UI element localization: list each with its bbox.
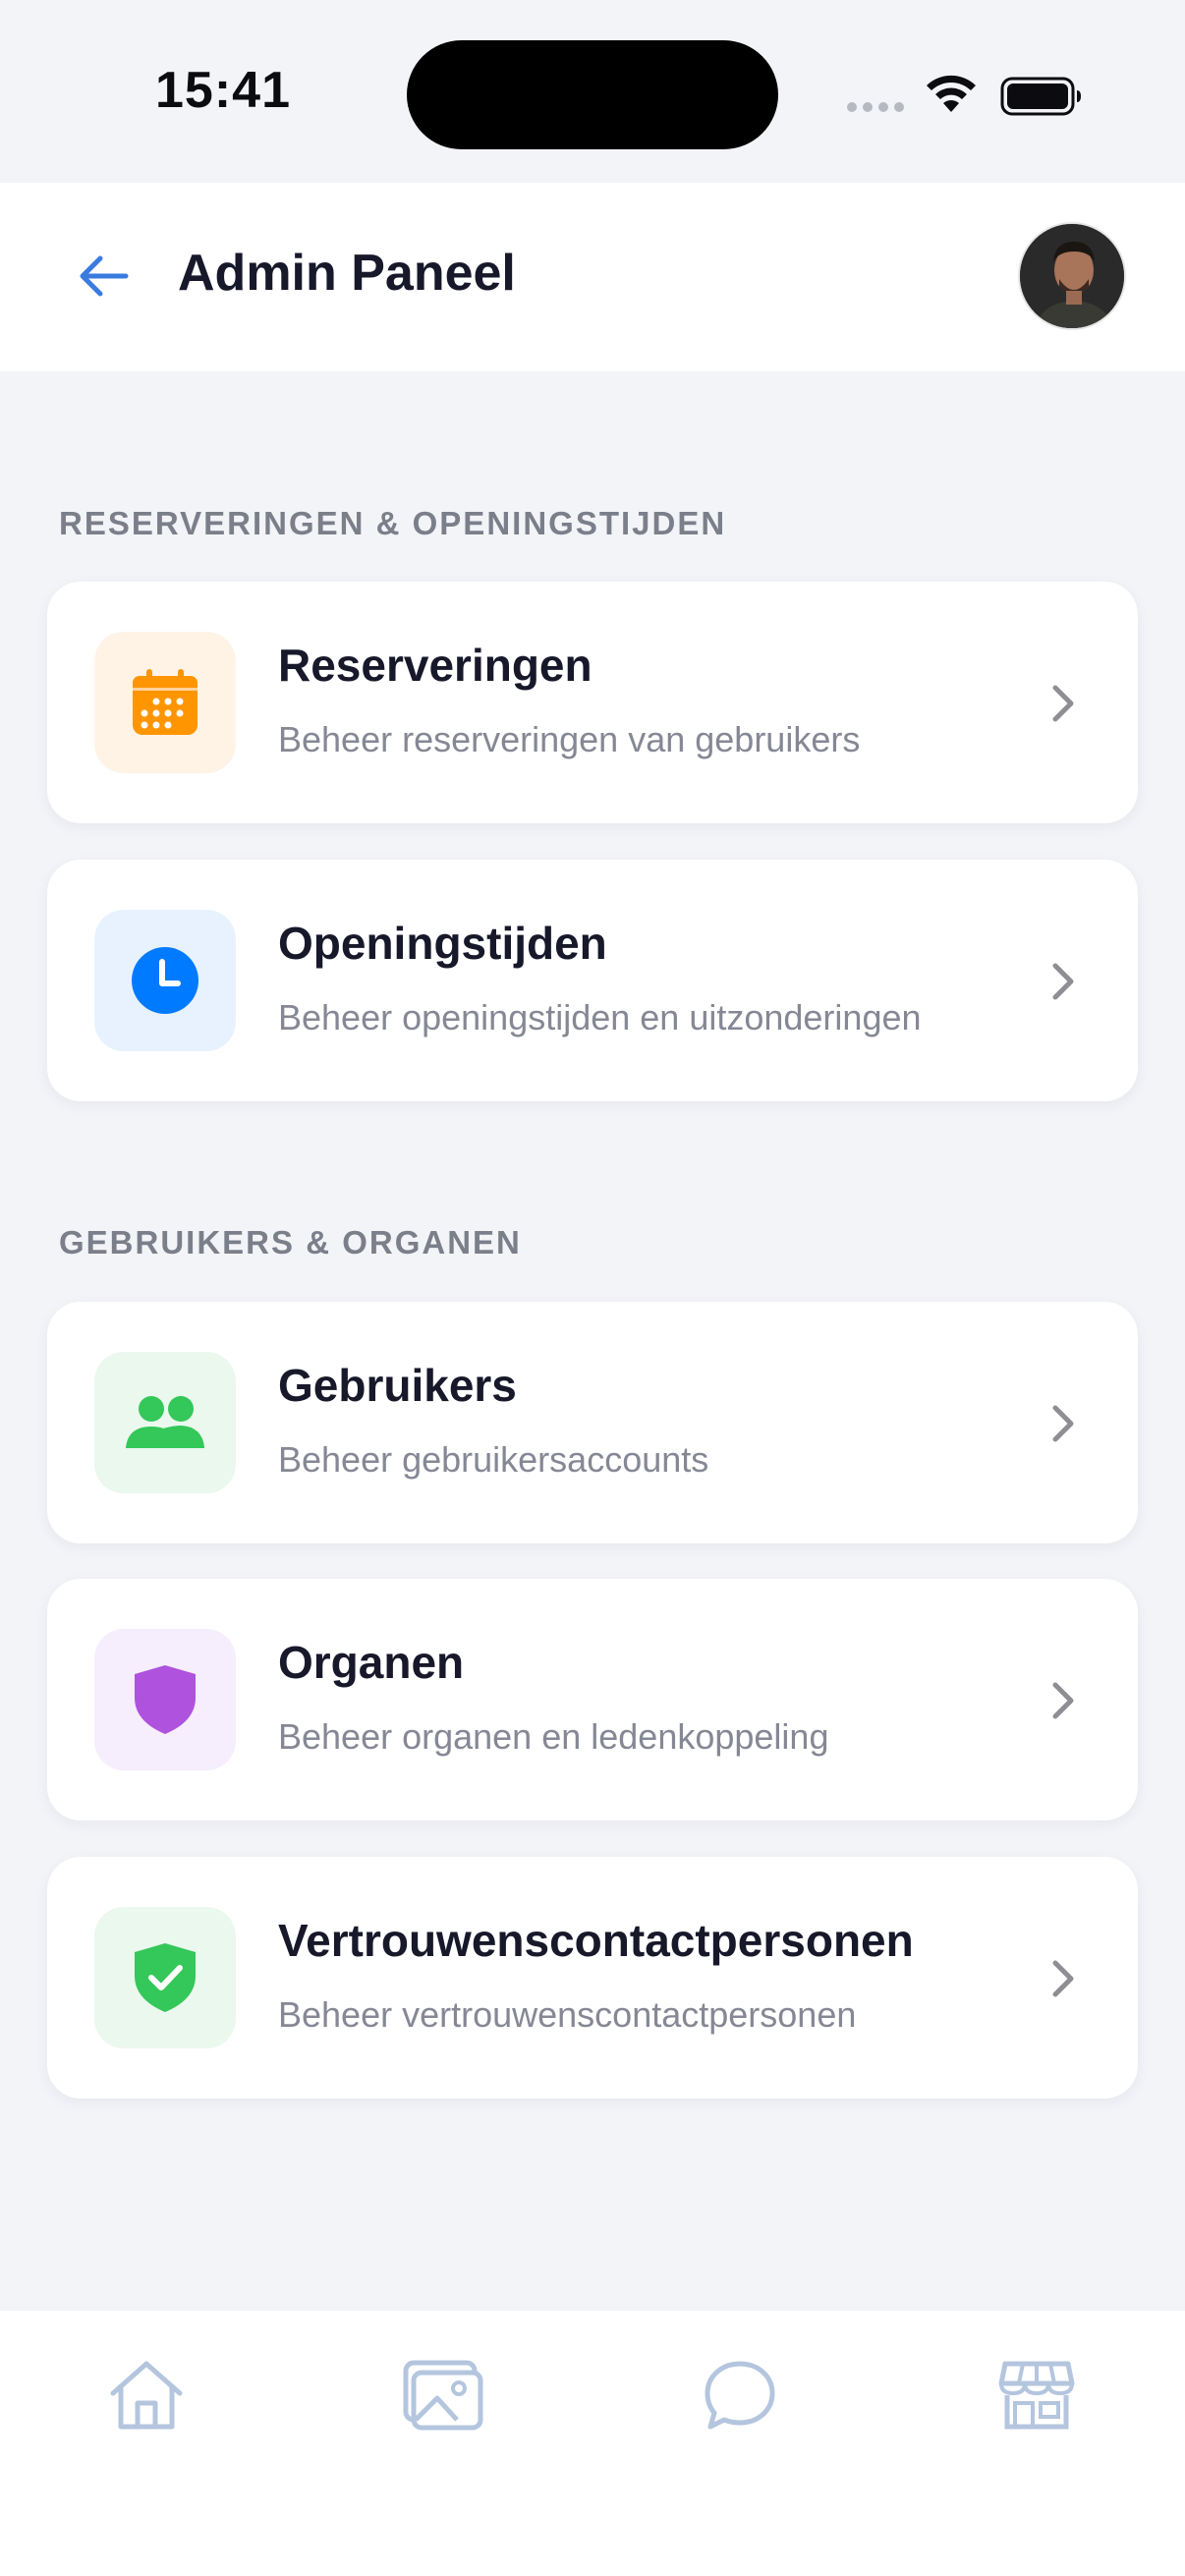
card-organen[interactable]: Organen Beheer organen en ledenkoppeling xyxy=(47,1579,1138,1820)
card-title: Reserveringen xyxy=(278,640,592,691)
calendar-icon xyxy=(133,669,198,735)
card-icon-container xyxy=(94,1629,236,1770)
card-subtitle: Beheer gebruikersaccounts xyxy=(278,1439,709,1480)
card-subtitle: Beheer openingstijden en uitzonderingen xyxy=(278,997,922,1037)
card-subtitle: Beheer vertrouwenscontactpersonen xyxy=(278,1994,857,2035)
user-avatar-icon xyxy=(1020,224,1124,328)
card-title: Vertrouwenscontactpersonen xyxy=(278,1915,914,1966)
card-vertrouwenscontactpersonen[interactable]: Vertrouwenscontactpersonen Beheer vertro… xyxy=(47,1857,1138,2099)
card-title: Openingstijden xyxy=(278,918,607,969)
admin-panel-screen: 15:41 Admin Paneel RESERVERINGEN & OPENI… xyxy=(0,0,1185,2576)
store-icon xyxy=(998,2361,1075,2430)
back-button[interactable] xyxy=(69,242,138,310)
card-subtitle: Beheer organen en ledenkoppeling xyxy=(278,1716,829,1757)
chevron-right-icon xyxy=(1042,1400,1085,1447)
cellular-signal-icon xyxy=(847,102,904,112)
card-openingstijden[interactable]: Openingstijden Beheer openingstijden en … xyxy=(47,860,1138,1101)
card-gebruikers[interactable]: Gebruikers Beheer gebruikersaccounts xyxy=(47,1302,1138,1543)
avatar[interactable] xyxy=(1018,222,1126,330)
card-icon-container xyxy=(94,1352,236,1493)
gallery-icon xyxy=(403,2360,483,2431)
arrow-left-icon xyxy=(80,255,129,297)
section-title-gebruikers: GEBRUIKERS & ORGANEN xyxy=(59,1224,522,1260)
nav-item-gallery[interactable] xyxy=(394,2346,492,2444)
users-icon xyxy=(126,1396,204,1448)
home-icon xyxy=(110,2361,183,2430)
status-bar: 15:41 xyxy=(0,0,1185,183)
card-icon-container xyxy=(94,910,236,1051)
nav-item-store[interactable] xyxy=(988,2346,1086,2444)
status-time: 15:41 xyxy=(155,62,291,119)
card-icon-container xyxy=(94,632,236,773)
card-reserveringen[interactable]: Reserveringen Beheer reserveringen van g… xyxy=(47,582,1138,823)
chevron-right-icon xyxy=(1042,1955,1085,2002)
chevron-right-icon xyxy=(1042,958,1085,1005)
shield-icon xyxy=(135,1665,196,1734)
shield-check-icon xyxy=(135,1943,196,2012)
chevron-right-icon xyxy=(1042,680,1085,727)
card-icon-container xyxy=(94,1907,236,2048)
clock-icon xyxy=(132,947,198,1014)
battery-icon xyxy=(1000,77,1081,116)
card-title: Gebruikers xyxy=(278,1360,517,1411)
bottom-navigation xyxy=(0,2311,1185,2576)
section-title-reserveringen: RESERVERINGEN & OPENINGSTIJDEN xyxy=(59,505,727,541)
card-subtitle: Beheer reserveringen van gebruikers xyxy=(278,719,861,759)
chat-icon xyxy=(705,2361,775,2430)
page-title: Admin Paneel xyxy=(178,245,516,302)
chevron-right-icon xyxy=(1042,1677,1085,1724)
nav-item-chat[interactable] xyxy=(691,2346,789,2444)
dynamic-island xyxy=(407,40,778,149)
app-header: Admin Paneel xyxy=(0,183,1185,371)
wifi-icon xyxy=(927,75,976,112)
card-title: Organen xyxy=(278,1637,465,1688)
nav-item-home[interactable] xyxy=(97,2346,196,2444)
